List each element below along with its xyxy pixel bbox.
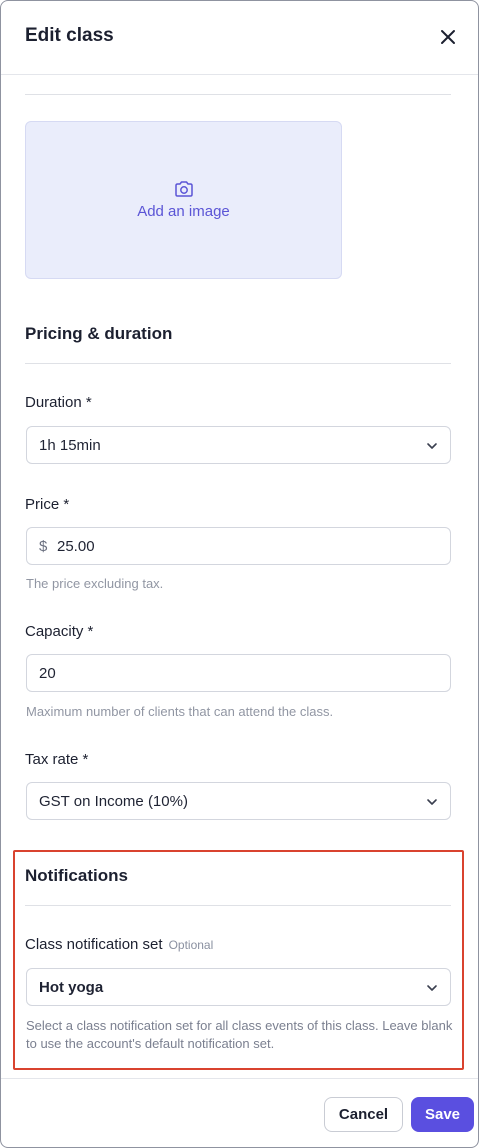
divider: [25, 363, 451, 364]
cancel-button[interactable]: Cancel: [324, 1097, 403, 1132]
notification-set-label: Class notification set Optional: [25, 936, 213, 953]
capacity-input[interactable]: 20: [26, 654, 451, 692]
close-icon: [441, 30, 455, 44]
tax-rate-value: GST on Income (10%): [39, 793, 188, 810]
duration-select[interactable]: 1h 15min: [26, 426, 451, 464]
price-label: Price *: [25, 496, 70, 513]
close-button[interactable]: [436, 25, 460, 49]
notification-set-value: Hot yoga: [39, 979, 104, 996]
add-image-label: Add an image: [137, 203, 230, 220]
chevron-down-icon: [427, 985, 437, 991]
camera-icon: [175, 181, 193, 197]
notification-set-label-text: Class notification set: [25, 936, 163, 953]
dialog-title: Edit class: [25, 25, 114, 46]
chevron-down-icon: [427, 443, 437, 449]
dialog-footer: Cancel Save: [1, 1078, 478, 1147]
optional-tag: Optional: [168, 938, 214, 952]
price-hint: The price excluding tax.: [26, 576, 164, 591]
duration-label: Duration *: [25, 394, 92, 411]
edit-class-dialog: Edit class Add an image Pricing & durati…: [0, 0, 479, 1148]
capacity-label: Capacity *: [25, 623, 94, 640]
price-value: 25.00: [57, 538, 95, 555]
save-button[interactable]: Save: [411, 1097, 474, 1132]
capacity-value: 20: [39, 665, 56, 682]
divider: [25, 94, 451, 95]
capacity-hint: Maximum number of clients that can atten…: [26, 704, 334, 719]
divider: [25, 905, 451, 906]
notification-set-hint: Select a class notification set for all …: [26, 1018, 453, 1051]
add-image-dropzone[interactable]: Add an image: [25, 121, 342, 279]
notifications-section-title: Notifications: [25, 866, 128, 885]
notification-set-select[interactable]: Hot yoga: [26, 968, 451, 1006]
tax-rate-label: Tax rate *: [25, 751, 89, 768]
currency-symbol: $: [39, 538, 48, 555]
price-input[interactable]: $ 25.00: [26, 527, 451, 565]
chevron-down-icon: [427, 799, 437, 805]
duration-value: 1h 15min: [39, 437, 101, 454]
tax-rate-select[interactable]: GST on Income (10%): [26, 782, 451, 820]
dialog-header: Edit class: [1, 1, 478, 75]
pricing-section-title: Pricing & duration: [25, 324, 173, 343]
